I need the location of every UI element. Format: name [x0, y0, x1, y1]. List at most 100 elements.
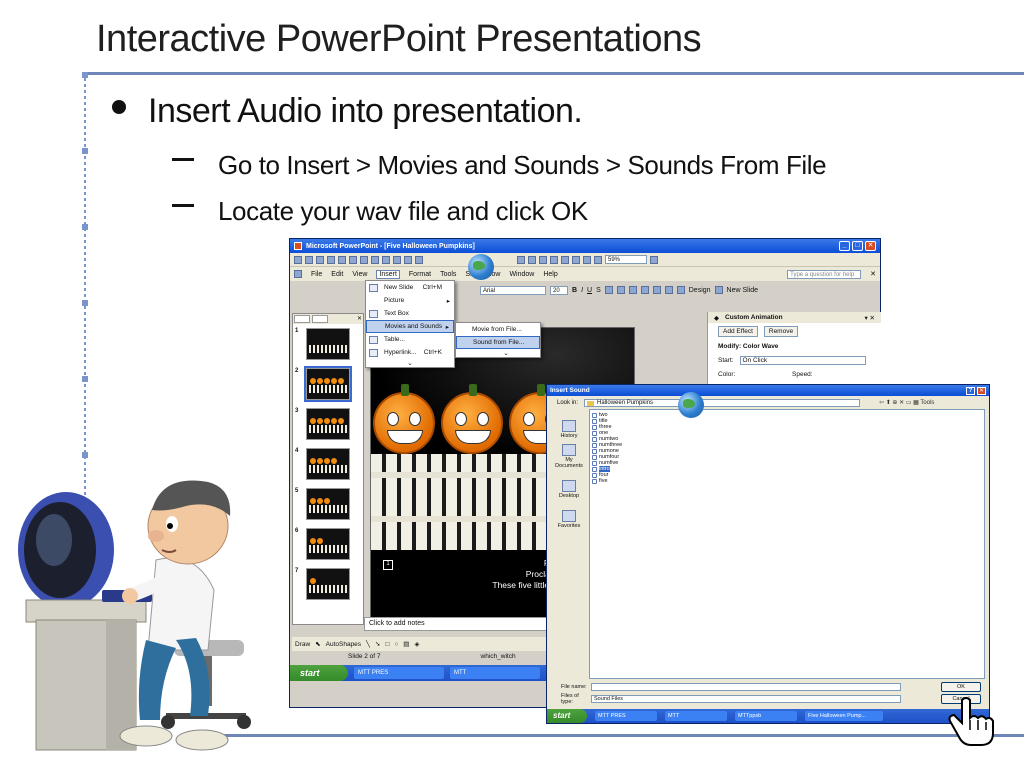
menu-item-new-slide[interactable]: New Slide Ctrl+M: [366, 281, 454, 294]
help-search-input[interactable]: Type a question for help: [787, 269, 862, 279]
dialog-titlebar[interactable]: Insert Sound ? ✕: [547, 385, 989, 396]
look-in-select[interactable]: Halloween Pumpkins: [584, 399, 861, 407]
rectangle-icon[interactable]: □: [385, 641, 389, 648]
taskbar-item[interactable]: MTT PRES: [595, 711, 657, 721]
menu-format[interactable]: Format: [409, 271, 431, 278]
new-icon[interactable]: [294, 255, 302, 264]
close-icon[interactable]: ✕: [977, 386, 986, 395]
autoshapes-menu[interactable]: AutoShapes: [326, 641, 361, 648]
tab-outline[interactable]: [294, 315, 310, 323]
slide-thumbnail-4[interactable]: 4: [293, 444, 363, 484]
close-icon[interactable]: ✕: [865, 241, 876, 251]
menu-window[interactable]: Window: [509, 271, 534, 278]
draw-menu[interactable]: Draw: [295, 641, 310, 648]
slide-thumbnail-5[interactable]: 5: [293, 484, 363, 524]
maximize-icon[interactable]: □: [852, 241, 863, 251]
menu-insert[interactable]: Insert: [376, 269, 400, 279]
align-right-icon[interactable]: [628, 286, 637, 294]
font-color-icon[interactable]: [664, 286, 673, 294]
cut-icon[interactable]: [382, 255, 390, 264]
font-size-select[interactable]: 20: [550, 285, 568, 295]
place-desktop[interactable]: Desktop: [551, 471, 587, 499]
menu-item-picture[interactable]: Picture ▸: [366, 294, 454, 307]
paste-icon[interactable]: [404, 255, 412, 264]
align-center-icon[interactable]: [616, 286, 625, 294]
design-button[interactable]: Design: [689, 287, 711, 294]
slide-thumbnail-2[interactable]: 2: [293, 364, 363, 404]
file-type-select[interactable]: Sound Files: [591, 695, 901, 703]
permission-icon[interactable]: [327, 255, 335, 264]
email-icon[interactable]: [338, 255, 346, 264]
close-pane-icon[interactable]: ✕: [357, 315, 362, 323]
slide-thumbnail-3[interactable]: 3: [293, 404, 363, 444]
preview-icon[interactable]: [360, 255, 368, 264]
ok-button[interactable]: OK: [941, 682, 981, 692]
shadow-button[interactable]: S: [596, 287, 601, 294]
line-icon[interactable]: ╲: [366, 640, 370, 648]
copy-icon[interactable]: [393, 255, 401, 264]
textbox-icon[interactable]: ▤: [403, 640, 409, 648]
format-painter-icon[interactable]: [415, 255, 423, 264]
taskbar-item[interactable]: MTT: [665, 711, 727, 721]
taskbar-item[interactable]: Five Halloween Pump...: [805, 711, 883, 721]
views-icon[interactable]: ▦: [913, 400, 919, 406]
back-icon[interactable]: ⇦: [879, 400, 884, 406]
oval-icon[interactable]: ○: [394, 641, 398, 648]
taskbar-item[interactable]: MTTppsb: [735, 711, 797, 721]
chart-icon[interactable]: [517, 255, 525, 264]
menu-edit[interactable]: Edit: [331, 271, 343, 278]
spelling-icon[interactable]: [371, 255, 379, 264]
show-formatting-icon[interactable]: [572, 255, 580, 264]
add-effect-button[interactable]: Add Effect: [718, 326, 758, 337]
color-grayscale-icon[interactable]: [594, 255, 602, 264]
place-history[interactable]: History: [551, 411, 587, 439]
help-icon[interactable]: [650, 255, 658, 264]
menu-view[interactable]: View: [352, 271, 367, 278]
table-icon[interactable]: [528, 255, 536, 264]
new-folder-icon[interactable]: ▭: [906, 400, 912, 406]
bold-button[interactable]: B: [572, 287, 577, 294]
close-doc-icon[interactable]: ✕: [870, 270, 876, 278]
start-button[interactable]: start: [290, 665, 348, 681]
menu-help[interactable]: Help: [543, 271, 557, 278]
window-titlebar[interactable]: Microsoft PowerPoint - [Five Halloween P…: [290, 239, 880, 253]
numbering-icon[interactable]: [640, 286, 649, 294]
select-pointer-icon[interactable]: ⬉: [315, 640, 320, 648]
tab-slides[interactable]: [312, 315, 328, 323]
search-web-icon[interactable]: ⊕: [892, 400, 897, 406]
start-select[interactable]: On Click: [739, 356, 866, 365]
italic-button[interactable]: I: [581, 287, 583, 294]
menu-item-hyperlink[interactable]: Hyperlink... Ctrl+K: [366, 346, 454, 359]
expand-icon[interactable]: [561, 255, 569, 264]
align-left-icon[interactable]: [604, 286, 613, 294]
remove-button[interactable]: Remove: [763, 326, 799, 337]
back-icon[interactable]: ◆: [714, 314, 719, 322]
slide-thumbnail-7[interactable]: 7: [293, 564, 363, 604]
delete-icon[interactable]: ✕: [899, 400, 904, 406]
print-icon[interactable]: [349, 255, 357, 264]
menu-item-sound-from-file[interactable]: Sound from File...: [456, 336, 540, 349]
menu-item-table[interactable]: Table...: [366, 333, 454, 346]
arrow-icon[interactable]: ➘: [375, 640, 380, 648]
close-pane-icon[interactable]: ▾ ✕: [864, 314, 875, 322]
start-button[interactable]: start: [547, 709, 587, 723]
bullets-icon[interactable]: [652, 286, 661, 294]
new-slide-button[interactable]: New Slide: [727, 287, 759, 294]
menu-file[interactable]: File: [311, 271, 322, 278]
menu-item-movie-from-file[interactable]: Movie from File...: [456, 323, 540, 336]
minimize-icon[interactable]: _: [839, 241, 850, 251]
up-folder-icon[interactable]: ⬆: [886, 400, 891, 406]
taskbar-item[interactable]: MTT PRES: [354, 667, 444, 679]
slide-thumbnail-1[interactable]: 1: [293, 324, 363, 364]
underline-button[interactable]: U: [587, 287, 592, 294]
menu-item-movies-and-sounds[interactable]: Movies and Sounds ▸: [366, 320, 454, 333]
save-icon[interactable]: [316, 255, 324, 264]
menu-tools[interactable]: Tools: [440, 271, 456, 278]
menu-expand-chevron-icon[interactable]: ⌄: [456, 349, 540, 357]
slide-thumbnail-6[interactable]: 6: [293, 524, 363, 564]
grid-icon[interactable]: [583, 255, 591, 264]
file-name-input[interactable]: [591, 683, 901, 691]
place-my-documents[interactable]: My Documents: [551, 441, 587, 469]
open-icon[interactable]: [305, 255, 313, 264]
hyperlink-icon[interactable]: [550, 255, 558, 264]
